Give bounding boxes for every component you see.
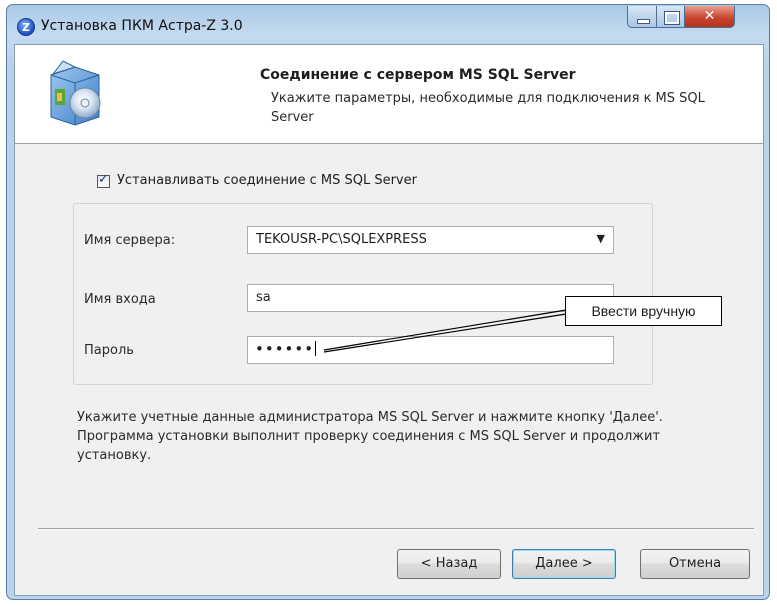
manual-entry-callout: Ввести вручную bbox=[565, 296, 722, 326]
password-label: Пароль bbox=[84, 343, 134, 358]
password-input[interactable]: •••••• bbox=[247, 336, 614, 364]
close-icon: ✕ bbox=[703, 8, 716, 24]
server-name-value: TEKOUSR-PC\SQLEXPRESS bbox=[256, 232, 427, 247]
server-name-combo[interactable]: TEKOUSR-PC\SQLEXPRESS ▼ bbox=[247, 226, 614, 254]
password-value: •••••• bbox=[255, 340, 317, 358]
wizard-header: Соединение с сервером MS SQL Server Укаж… bbox=[15, 45, 763, 144]
maximize-icon bbox=[664, 11, 680, 25]
close-button[interactable]: ✕ bbox=[685, 6, 735, 28]
window-title: Установка ПКМ Астра-Z 3.0 bbox=[41, 18, 243, 34]
text-caret bbox=[315, 341, 317, 356]
header-title: Соединение с сервером MS SQL Server bbox=[260, 67, 576, 83]
login-input[interactable]: sa bbox=[247, 284, 614, 312]
login-label: Имя входа bbox=[84, 292, 156, 307]
checkmark-icon: ✓ bbox=[98, 172, 109, 187]
connect-checkbox-label[interactable]: Устанавливать соединение с MS SQL Server bbox=[117, 173, 417, 188]
back-button[interactable]: < Назад bbox=[397, 549, 501, 579]
app-z-icon: Z bbox=[17, 18, 35, 36]
minimize-button[interactable] bbox=[627, 6, 657, 28]
chevron-down-icon[interactable]: ▼ bbox=[597, 232, 605, 245]
header-description: Укажите параметры, необходимые для подкл… bbox=[271, 91, 705, 125]
server-name-label: Имя сервера: bbox=[84, 233, 176, 248]
title-bar[interactable]: Z Установка ПКМ Астра-Z 3.0 ✕ bbox=[7, 5, 769, 45]
minimize-icon bbox=[637, 19, 650, 24]
info-text: Укажите учетные данные администратора MS… bbox=[77, 410, 663, 463]
footer-separator bbox=[38, 528, 754, 530]
login-value: sa bbox=[256, 290, 271, 305]
cancel-button[interactable]: Отмена bbox=[640, 549, 750, 579]
maximize-button[interactable] bbox=[657, 6, 685, 28]
next-button[interactable]: Далее > bbox=[512, 549, 616, 579]
connect-checkbox[interactable]: ✓ bbox=[97, 172, 110, 188]
setup-box-cd-icon bbox=[50, 60, 101, 126]
